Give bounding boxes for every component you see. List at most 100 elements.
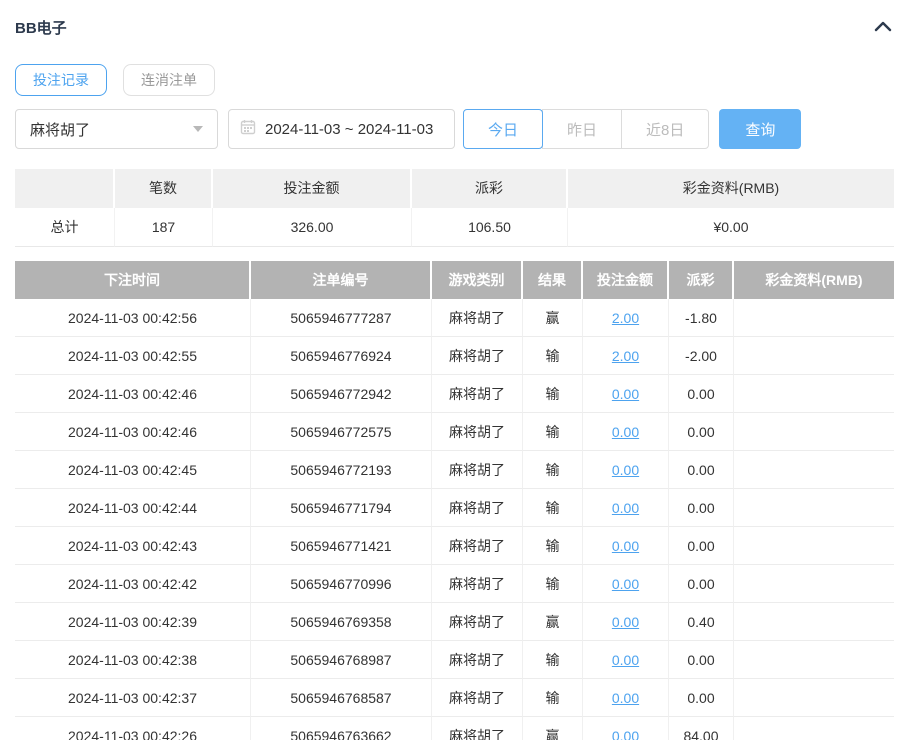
cell-bet-amount: 2.00 [583,299,669,337]
cell-order-number: 5065946772193 [251,451,432,489]
cell-payout: 0.00 [669,413,734,451]
cell-payout: -2.00 [669,337,734,375]
bet-amount-link[interactable]: 0.00 [612,424,639,440]
cell-bonus [734,489,894,527]
col-header-game-type: 游戏类别 [432,261,523,299]
cell-result: 输 [523,527,583,565]
table-row: 2024-11-03 00:42:56 5065946777287 麻将胡了 赢… [15,299,894,337]
cell-bet-amount: 0.00 [583,451,669,489]
bet-amount-link[interactable]: 0.00 [612,538,639,554]
summary-total-payout: 106.50 [412,208,568,247]
cell-bet-time: 2024-11-03 00:42:56 [15,299,251,337]
cell-bonus [734,527,894,565]
date-range-value: 2024-11-03 ~ 2024-11-03 [265,121,433,138]
page-title: BB电子 [15,17,67,38]
bet-amount-link[interactable]: 0.00 [612,690,639,706]
cell-game-type: 麻将胡了 [432,565,523,603]
table-row: 2024-11-03 00:42:42 5065946770996 麻将胡了 输… [15,565,894,603]
cell-order-number: 5065946772942 [251,375,432,413]
query-button[interactable]: 查询 [719,109,801,149]
cell-bet-amount: 0.00 [583,413,669,451]
cell-payout: 0.00 [669,489,734,527]
cell-bet-time: 2024-11-03 00:42:45 [15,451,251,489]
range-today-button[interactable]: 今日 [463,109,543,149]
date-range-picker[interactable]: 2024-11-03 ~ 2024-11-03 [228,109,455,149]
cell-result: 输 [523,375,583,413]
cell-bet-time: 2024-11-03 00:42:26 [15,717,251,740]
cell-bet-time: 2024-11-03 00:42:44 [15,489,251,527]
calendar-icon [240,119,256,139]
cell-result: 赢 [523,299,583,337]
cell-bet-amount: 0.00 [583,603,669,641]
cell-result: 输 [523,451,583,489]
cell-payout: 0.40 [669,603,734,641]
cell-bonus [734,451,894,489]
cell-bet-time: 2024-11-03 00:42:46 [15,413,251,451]
cell-bet-amount: 0.00 [583,565,669,603]
cell-game-type: 麻将胡了 [432,337,523,375]
bet-amount-link[interactable]: 0.00 [612,386,639,402]
cell-payout: 0.00 [669,375,734,413]
cell-result: 输 [523,679,583,717]
cell-payout: -1.80 [669,299,734,337]
bet-amount-link[interactable]: 0.00 [612,576,639,592]
summary-header-payout: 派彩 [412,169,568,208]
cell-result: 输 [523,489,583,527]
cell-order-number: 5065946768987 [251,641,432,679]
table-row: 2024-11-03 00:42:45 5065946772193 麻将胡了 输… [15,451,894,489]
summary-total-bonus: ¥0.00 [568,208,894,247]
record-tabs: 投注记录 连消注单 [15,64,894,96]
cell-bet-amount: 0.00 [583,717,669,740]
cell-bet-time: 2024-11-03 00:42:46 [15,375,251,413]
game-select-value: 麻将胡了 [30,119,90,140]
cell-bonus [734,603,894,641]
cell-bonus [734,717,894,740]
cell-bet-time: 2024-11-03 00:42:37 [15,679,251,717]
summary-header-bet-amount: 投注金额 [213,169,412,208]
table-row: 2024-11-03 00:42:46 5065946772942 麻将胡了 输… [15,375,894,413]
tab-cascading-orders[interactable]: 连消注单 [123,64,215,96]
cell-bonus [734,375,894,413]
range-yesterday-button[interactable]: 昨日 [542,109,622,149]
cell-order-number: 5065946777287 [251,299,432,337]
bet-amount-link[interactable]: 0.00 [612,652,639,668]
cell-result: 赢 [523,717,583,740]
cell-payout: 0.00 [669,451,734,489]
col-header-result: 结果 [523,261,583,299]
cell-game-type: 麻将胡了 [432,641,523,679]
bet-amount-link[interactable]: 0.00 [612,500,639,516]
quick-range-group: 今日 昨日 近8日 [463,109,709,149]
cell-game-type: 麻将胡了 [432,489,523,527]
cell-payout: 84.00 [669,717,734,740]
cell-bet-time: 2024-11-03 00:42:55 [15,337,251,375]
cell-order-number: 5065946763662 [251,717,432,740]
cell-payout: 0.00 [669,641,734,679]
bet-amount-link[interactable]: 0.00 [612,462,639,478]
cell-game-type: 麻将胡了 [432,299,523,337]
cell-game-type: 麻将胡了 [432,527,523,565]
table-row: 2024-11-03 00:42:38 5065946768987 麻将胡了 输… [15,641,894,679]
bet-amount-link[interactable]: 0.00 [612,728,639,740]
table-row: 2024-11-03 00:42:55 5065946776924 麻将胡了 输… [15,337,894,375]
tab-bet-records[interactable]: 投注记录 [15,64,107,96]
game-select[interactable]: 麻将胡了 [15,109,218,149]
range-last8days-button[interactable]: 近8日 [621,109,709,149]
cell-bonus [734,413,894,451]
cell-game-type: 麻将胡了 [432,451,523,489]
filter-bar: 麻将胡了 2024-11-03 ~ 2024-11-03 [15,109,894,149]
cell-order-number: 5065946771421 [251,527,432,565]
cell-order-number: 5065946772575 [251,413,432,451]
collapse-panel-button[interactable] [872,16,894,38]
col-header-bet-time: 下注时间 [15,261,251,299]
cell-order-number: 5065946771794 [251,489,432,527]
cell-bet-time: 2024-11-03 00:42:38 [15,641,251,679]
cell-bet-amount: 0.00 [583,527,669,565]
cell-bet-amount: 0.00 [583,679,669,717]
bet-amount-link[interactable]: 2.00 [612,348,639,364]
bet-amount-link[interactable]: 2.00 [612,310,639,326]
cell-bonus [734,641,894,679]
bet-amount-link[interactable]: 0.00 [612,614,639,630]
cell-payout: 0.00 [669,527,734,565]
cell-bonus [734,565,894,603]
table-row: 2024-11-03 00:42:26 5065946763662 麻将胡了 赢… [15,717,894,740]
